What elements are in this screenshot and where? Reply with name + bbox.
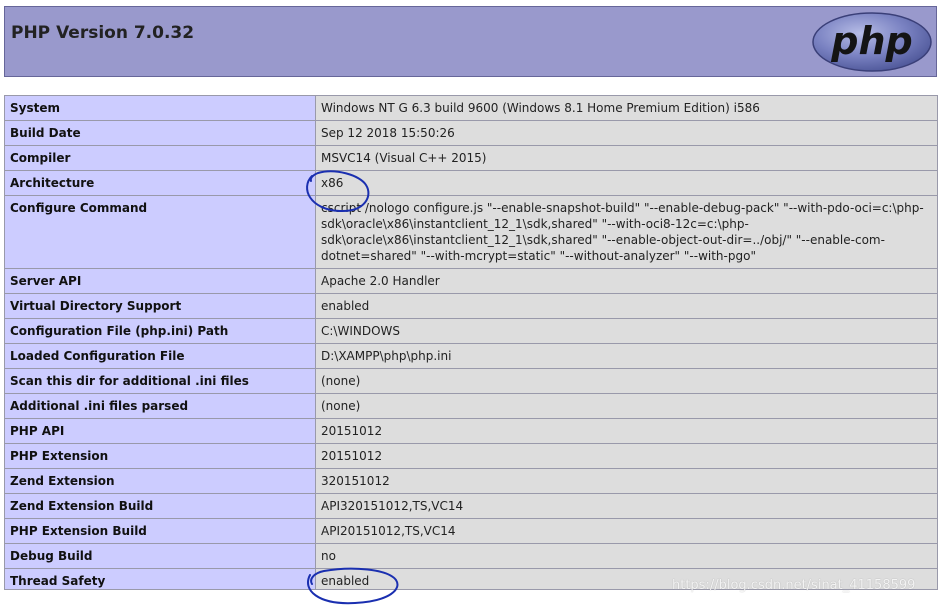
table-row: Debug Build no bbox=[4, 543, 938, 569]
row-value: D:\XAMPP\php\php.ini bbox=[315, 343, 938, 369]
row-key: System bbox=[4, 95, 316, 121]
table-row: Compiler MSVC14 (Visual C++ 2015) bbox=[4, 145, 938, 171]
php-version-header: PHP Version 7.0.32 php bbox=[4, 6, 937, 77]
row-value: cscript /nologo configure.js "--enable-s… bbox=[315, 195, 938, 269]
table-row: Zend Extension Build API320151012,TS,VC14 bbox=[4, 493, 938, 519]
row-key: Virtual Directory Support bbox=[4, 293, 316, 319]
row-key: PHP API bbox=[4, 418, 316, 444]
svg-text:php: php bbox=[830, 19, 912, 63]
table-row: Zend Extension 320151012 bbox=[4, 468, 938, 494]
phpinfo-page: PHP Version 7.0.32 php System Windows NT … bbox=[0, 0, 942, 607]
row-key: Configuration File (php.ini) Path bbox=[4, 318, 316, 344]
row-key: Scan this dir for additional .ini files bbox=[4, 368, 316, 394]
table-row: Virtual Directory Support enabled bbox=[4, 293, 938, 319]
row-value: MSVC14 (Visual C++ 2015) bbox=[315, 145, 938, 171]
row-key: Zend Extension Build bbox=[4, 493, 316, 519]
table-row: PHP Extension 20151012 bbox=[4, 443, 938, 469]
row-value: API20151012,TS,VC14 bbox=[315, 518, 938, 544]
row-key: Build Date bbox=[4, 120, 316, 146]
row-value: (none) bbox=[315, 368, 938, 394]
row-value: 20151012 bbox=[315, 418, 938, 444]
row-value: x86 bbox=[315, 170, 938, 196]
row-value: no bbox=[315, 543, 938, 569]
page-title: PHP Version 7.0.32 bbox=[11, 23, 195, 43]
table-row: Additional .ini files parsed (none) bbox=[4, 393, 938, 419]
row-value: enabled bbox=[315, 293, 938, 319]
row-key: Server API bbox=[4, 268, 316, 294]
row-value: Sep 12 2018 15:50:26 bbox=[315, 120, 938, 146]
table-row: PHP API 20151012 bbox=[4, 418, 938, 444]
row-value: C:\WINDOWS bbox=[315, 318, 938, 344]
row-key: Compiler bbox=[4, 145, 316, 171]
php-logo-icon: php bbox=[812, 12, 932, 72]
row-value: (none) bbox=[315, 393, 938, 419]
row-key: Loaded Configuration File bbox=[4, 343, 316, 369]
table-row: Build Date Sep 12 2018 15:50:26 bbox=[4, 120, 938, 146]
table-row: Loaded Configuration File D:\XAMPP\php\ph… bbox=[4, 343, 938, 369]
watermark-text: https://blog.csdn.net/sinat_41158599 bbox=[672, 578, 916, 593]
table-row: Configuration File (php.ini) Path C:\WIND… bbox=[4, 318, 938, 344]
row-value: Apache 2.0 Handler bbox=[315, 268, 938, 294]
row-key: PHP Extension bbox=[4, 443, 316, 469]
table-row: Architecture x86 bbox=[4, 170, 938, 196]
table-row: Server API Apache 2.0 Handler bbox=[4, 268, 938, 294]
row-value: API320151012,TS,VC14 bbox=[315, 493, 938, 519]
row-key: Thread Safety bbox=[4, 568, 316, 590]
table-row: Configure Command cscript /nologo configu… bbox=[4, 195, 938, 269]
table-row: PHP Extension Build API20151012,TS,VC14 bbox=[4, 518, 938, 544]
table-row: System Windows NT G 6.3 build 9600 (Windo… bbox=[4, 95, 938, 121]
row-key: Architecture bbox=[4, 170, 316, 196]
row-value: Windows NT G 6.3 build 9600 (Windows 8.1… bbox=[315, 95, 938, 121]
row-key: Zend Extension bbox=[4, 468, 316, 494]
row-value: 20151012 bbox=[315, 443, 938, 469]
row-value: 320151012 bbox=[315, 468, 938, 494]
table-row: Scan this dir for additional .ini files(… bbox=[4, 368, 938, 394]
row-key: Debug Build bbox=[4, 543, 316, 569]
info-table: System Windows NT G 6.3 build 9600 (Windo… bbox=[4, 95, 938, 590]
row-key: Additional .ini files parsed bbox=[4, 393, 316, 419]
row-key: PHP Extension Build bbox=[4, 518, 316, 544]
row-key: Configure Command bbox=[4, 195, 316, 269]
